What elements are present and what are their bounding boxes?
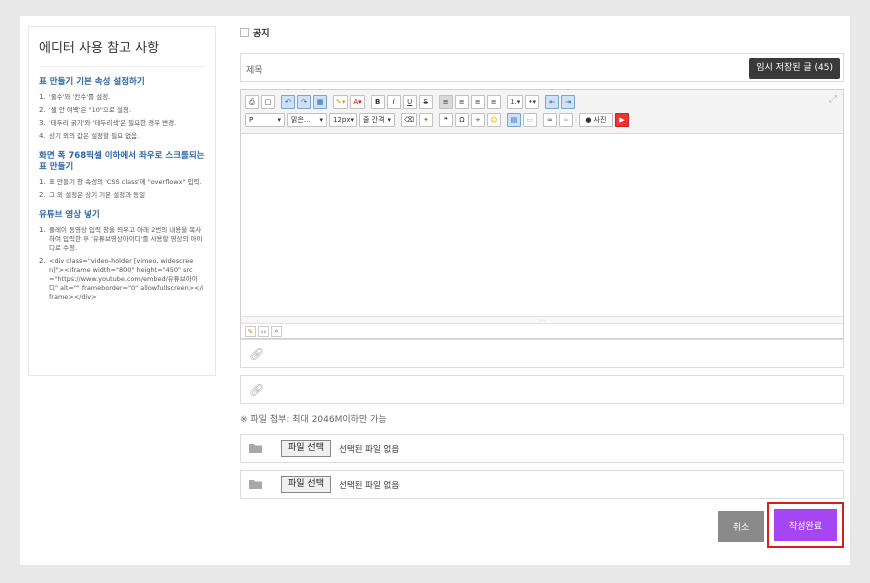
redo-icon[interactable]: ↷ [297, 95, 311, 109]
guide-heading: 화면 폭 768픽셀 이하에서 좌우로 스크롤되는 표 만들기 [39, 151, 205, 172]
guide-list: 1. '줄수'와 '칸수'를 설정. 2. '셀 안 여백'은 "10"으로 설정.… [39, 93, 205, 141]
submit-button[interactable]: 작성완료 [774, 509, 837, 541]
folder-icon [249, 480, 262, 489]
guide-item: 1. 표 만들기 창 속성의 'CSS class'에 "overflowx" 입… [39, 178, 202, 186]
video-icon[interactable]: ▶ [614, 113, 629, 127]
link-icon[interactable]: ∞ [542, 113, 557, 127]
file-select-button[interactable]: 파일 선택 [281, 440, 331, 457]
link-field-2[interactable]: 🔗︎ [240, 375, 844, 404]
eraser-icon[interactable]: ⌫ [401, 113, 417, 127]
align-center-icon[interactable]: ≡ [454, 95, 469, 109]
link-icon: 🔗︎ [249, 383, 265, 397]
submit-highlight: 작성완료 [767, 502, 844, 548]
maximize-icon[interactable]: ⤢ [829, 94, 837, 105]
rich-text-editor: ⎙ □ ↶ ↷ ▦ ✎▾ A▾ B I U S ≡ ≡ ≡ ≡ ⒈▾ •▾ ⇤ … [240, 89, 844, 339]
notice-checkbox[interactable] [240, 28, 249, 37]
guide-item: 1. '줄수'와 '칸수'를 설정. [39, 93, 111, 101]
autosave-button[interactable]: 임시 저장된 글 (45) [749, 58, 840, 79]
strikethrough-icon[interactable]: S [418, 95, 433, 109]
photo-button[interactable]: ● 사진 [578, 113, 613, 127]
italic-icon[interactable]: I [386, 95, 401, 109]
format-select[interactable]: P ▾ [245, 113, 285, 127]
editor-resize-handle[interactable]: ⋯ [241, 316, 843, 324]
editor-mode-bar: ✎ ‹› ⌕ [245, 325, 284, 338]
guide-heading: 표 만들기 기본 속성 설정하기 [39, 77, 145, 87]
editor-content-area[interactable] [241, 135, 843, 315]
file-attach-note: ※ 파일 첨부: 최대 2046M이하만 가능 [240, 415, 387, 425]
align-justify-icon[interactable]: ≡ [486, 95, 501, 109]
notice-option[interactable]: 공지 [240, 26, 270, 39]
layer-icon[interactable]: ▭ [522, 113, 537, 127]
ordered-list-icon[interactable]: ⒈▾ [506, 95, 524, 109]
guide-title: 에디터 사용 참고 사항 [39, 37, 205, 67]
indent-icon[interactable]: ⇥ [561, 95, 576, 109]
guide-item: 4. 상기 외의 값은 설정할 필요 없음. [39, 132, 140, 140]
bold-icon[interactable]: B [370, 95, 385, 109]
align-right-icon[interactable]: ≡ [470, 95, 485, 109]
notice-label: 공지 [253, 29, 270, 39]
toolbar-row: ⎙ □ ↶ ↷ ▦ ✎▾ A▾ B I U S ≡ ≡ ≡ ≡ ⒈▾ •▾ ⇤ … [245, 94, 577, 110]
outdent-icon[interactable]: ⇤ [545, 95, 560, 109]
edit-mode-icon[interactable]: ✎ [245, 326, 256, 337]
subject-placeholder: 제목 [246, 66, 263, 76]
print-icon[interactable]: ⎙ [245, 95, 259, 109]
select-all-icon[interactable]: ▦ [313, 95, 327, 109]
table-icon[interactable]: ▤ [506, 113, 521, 127]
file-status: 선택된 파일 없음 [339, 481, 400, 491]
unordered-list-icon[interactable]: •▾ [525, 95, 540, 109]
file-field-1: 파일 선택 선택된 파일 없음 [240, 434, 844, 463]
cancel-button[interactable]: 취소 [718, 511, 764, 542]
underline-icon[interactable]: U [402, 95, 417, 109]
highlight-color-icon[interactable]: ✎▾ [333, 95, 349, 109]
font-color-icon[interactable]: A▾ [350, 95, 365, 109]
guide-list: 1. 표 만들기 창 속성의 'CSS class'에 "overflowx" 입… [39, 178, 205, 200]
brush-icon[interactable]: ✦ [418, 113, 433, 127]
editor-guide-panel: 에디터 사용 참고 사항 표 만들기 기본 속성 설정하기 1. '줄수'와 '칸… [28, 26, 216, 376]
special-char-icon[interactable]: Ω [454, 113, 469, 127]
emoji-icon[interactable]: ☺ [486, 113, 501, 127]
file-status: 선택된 파일 없음 [339, 445, 400, 455]
guide-item: 2. 그 외 설정은 상기 기본 설정과 동일 [39, 191, 146, 199]
guide-item: 3. '테두리 굵기'와 '테두리색'은 필요한 경우 변경. [39, 119, 177, 127]
unlink-icon[interactable]: ∞ [558, 113, 573, 127]
file-select-button[interactable]: 파일 선택 [281, 476, 331, 493]
guide-list: 1. 플레이 동영상 입력 창을 띄우고 아래 2번의 내용을 복사하여 입력한 … [39, 226, 205, 302]
editor-toolbar: ⎙ □ ↶ ↷ ▦ ✎▾ A▾ B I U S ≡ ≡ ≡ ≡ ⒈▾ •▾ ⇤ … [241, 90, 843, 134]
link-icon: 🔗︎ [249, 347, 265, 361]
subject-field[interactable]: 제목 임시 저장된 글 (45) [240, 53, 844, 82]
write-page: 에디터 사용 참고 사항 표 만들기 기본 속성 설정하기 1. '줄수'와 '칸… [20, 16, 850, 565]
horizontal-rule-icon[interactable]: ÷ [470, 113, 485, 127]
toolbar-row: P ▾ 맑은... ▾ 12px ▾ 줄 간격 ▾ ⌫ ✦ ❝ Ω ÷ ☺ ▤ ▭ [245, 112, 631, 128]
new-page-icon[interactable]: □ [261, 95, 275, 109]
source-mode-icon[interactable]: ‹› [258, 326, 269, 337]
guide-item: 2. <div class="video-holder [vimeo, wides… [39, 257, 204, 301]
link-field-1[interactable]: 🔗︎ [240, 339, 844, 368]
quote-icon[interactable]: ❝ [438, 113, 453, 127]
file-field-2: 파일 선택 선택된 파일 없음 [240, 470, 844, 499]
font-name-select[interactable]: 맑은... ▾ [287, 113, 327, 127]
align-left-icon[interactable]: ≡ [438, 95, 453, 109]
folder-icon [249, 444, 262, 453]
guide-item: 1. 플레이 동영상 입력 창을 띄우고 아래 2번의 내용을 복사하여 입력한 … [39, 226, 203, 252]
preview-mode-icon[interactable]: ⌕ [271, 326, 282, 337]
guide-item: 2. '셀 안 여백'은 "10"으로 설정. [39, 106, 131, 114]
undo-icon[interactable]: ↶ [281, 95, 295, 109]
guide-heading: 유튜브 영상 넣기 [39, 210, 100, 220]
line-height-select[interactable]: 줄 간격 ▾ [359, 113, 395, 127]
font-size-select[interactable]: 12px ▾ [329, 113, 357, 127]
